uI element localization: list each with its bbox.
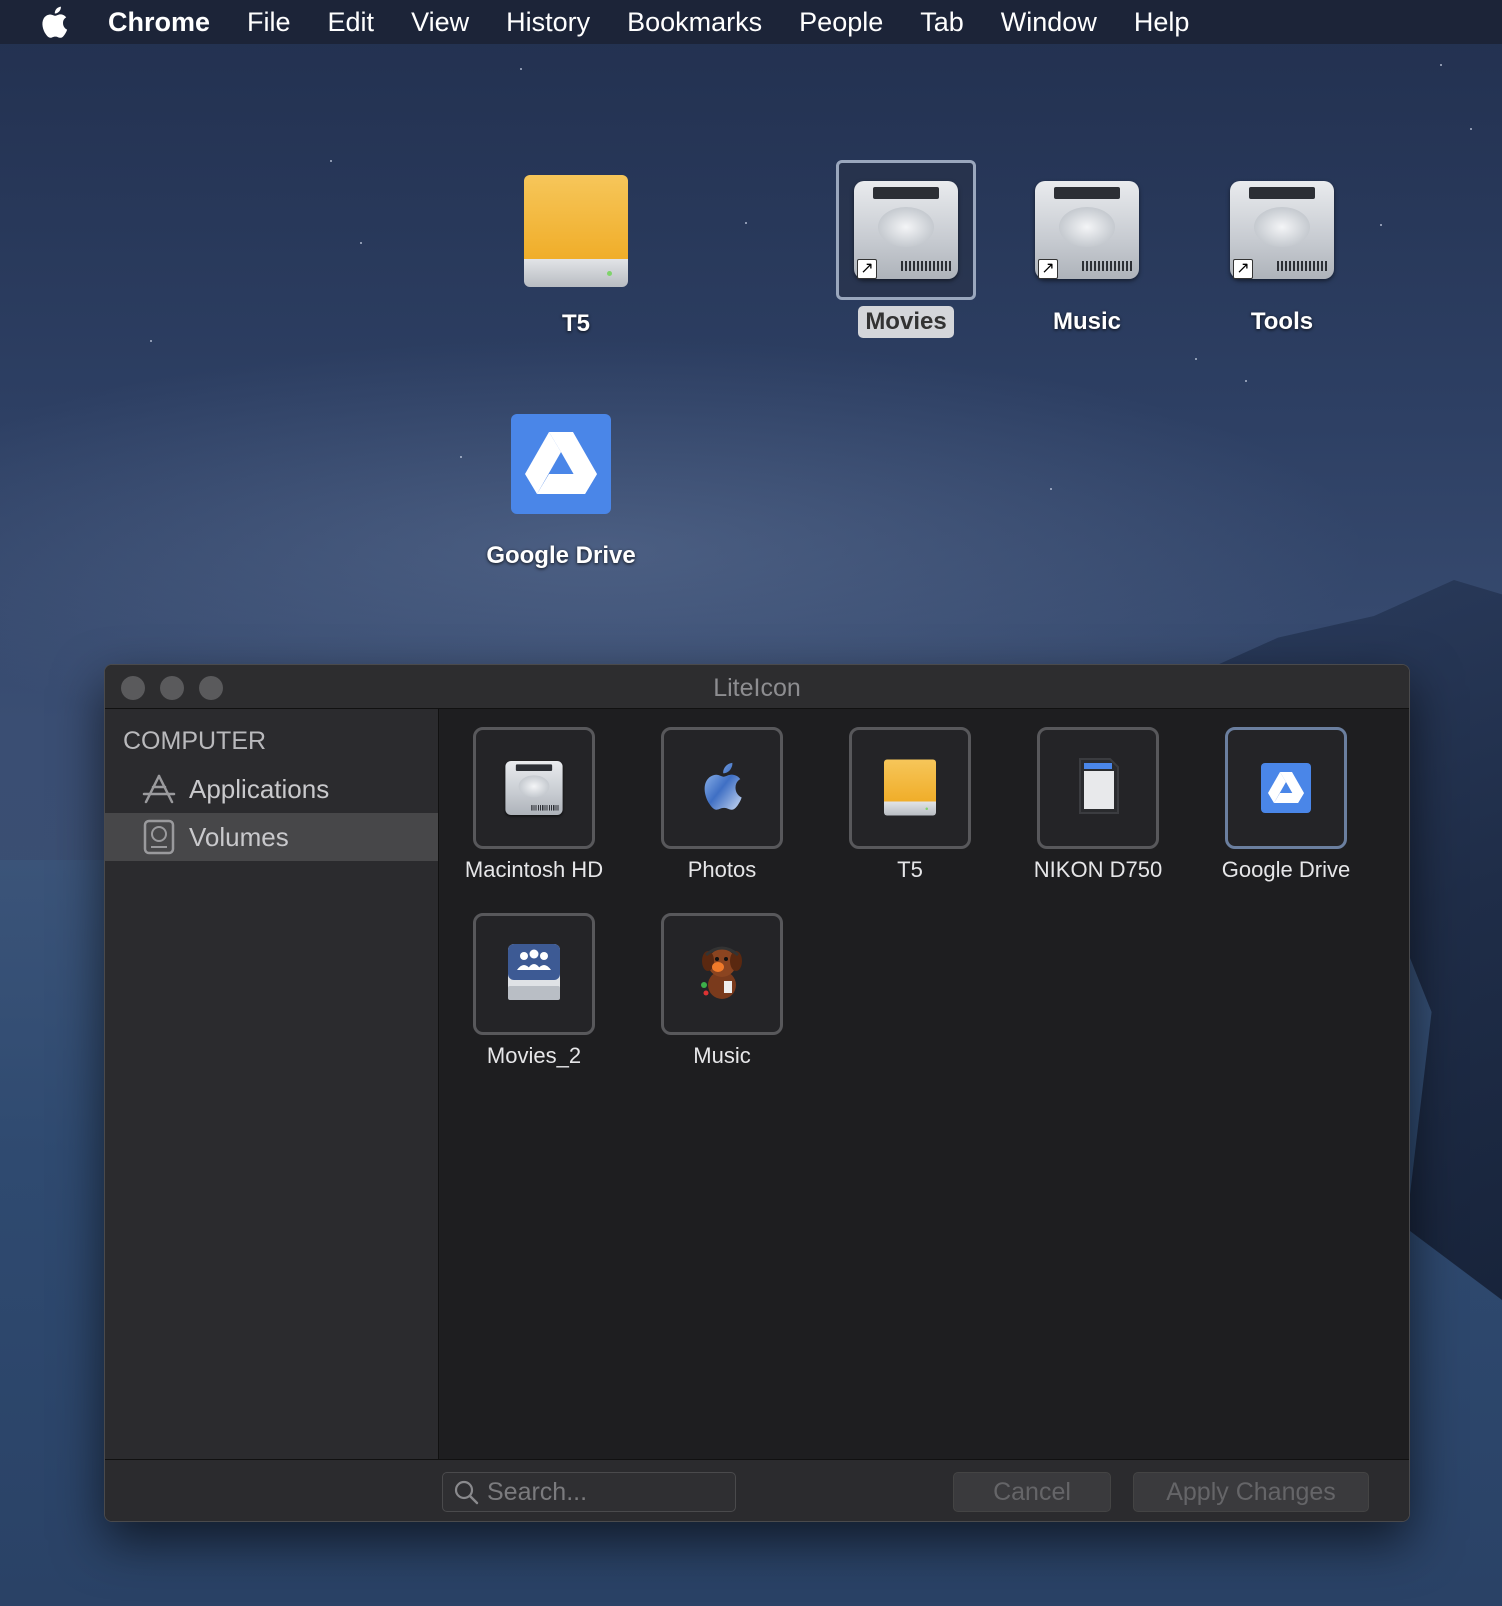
- apple-menu-icon[interactable]: [40, 6, 70, 38]
- search-icon: [453, 1479, 479, 1505]
- desktop-icon-movies[interactable]: ↗ Movies: [836, 160, 976, 338]
- desktop-icon-label: Movies: [858, 306, 954, 338]
- window-title: LiteIcon: [713, 674, 801, 702]
- volume-name: Photos: [687, 857, 757, 882]
- menu-window[interactable]: Window: [1001, 7, 1097, 38]
- alias-arrow-icon: ↗: [1038, 259, 1058, 279]
- menu-view[interactable]: View: [411, 7, 469, 38]
- volume-name: Macintosh HD: [464, 857, 604, 882]
- desktop-icon-google-drive[interactable]: Google Drive: [476, 394, 646, 572]
- hard-drive-icon: [504, 758, 565, 819]
- desktop-icon-label: T5: [561, 310, 590, 337]
- sidebar-item-label: Volumes: [189, 821, 289, 852]
- menu-tab[interactable]: Tab: [920, 7, 964, 38]
- hard-drive-alias-icon: ↗: [1227, 175, 1337, 285]
- sidebar-item-volumes[interactable]: Volumes: [105, 813, 438, 861]
- menu-history[interactable]: History: [506, 7, 590, 38]
- desktop-icon-music[interactable]: ↗ Music: [1017, 160, 1157, 338]
- hard-drive-alias-icon: ↗: [1032, 175, 1142, 285]
- sidebar-section-computer: COMPUTER: [123, 727, 267, 755]
- window-titlebar[interactable]: LiteIcon: [105, 665, 1409, 709]
- desktop-icon-t5[interactable]: T5: [506, 162, 646, 340]
- cancel-button[interactable]: Cancel: [953, 1472, 1111, 1512]
- menu-file[interactable]: File: [247, 7, 291, 38]
- volume-name: NIKON D750: [1033, 857, 1163, 882]
- menu-help[interactable]: Help: [1134, 7, 1190, 38]
- apply-changes-button[interactable]: Apply Changes: [1133, 1472, 1369, 1512]
- sidebar-item-applications[interactable]: Applications: [105, 765, 438, 813]
- volume-tile-nikon-d750[interactable]: NIKON D750: [1004, 727, 1192, 883]
- volume-name: Movies_2: [486, 1043, 582, 1068]
- volume-tile-music[interactable]: Music: [628, 913, 816, 1069]
- volumes-grid: Macintosh HD Photos T5 NIKON D750 Google…: [440, 709, 1409, 1459]
- menu-bookmarks[interactable]: Bookmarks: [627, 7, 762, 38]
- desktop-icon-label: Tools: [1250, 308, 1314, 335]
- alias-arrow-icon: ↗: [1233, 259, 1253, 279]
- liteicon-window: LiteIcon COMPUTER Applications Volumes M…: [104, 664, 1410, 1522]
- search-input[interactable]: [487, 1477, 727, 1507]
- external-drive-icon: [524, 175, 628, 289]
- volume-name: Google Drive: [1221, 857, 1351, 882]
- external-drive-icon: [884, 759, 936, 817]
- search-box[interactable]: [442, 1472, 736, 1512]
- volume-name: Music: [693, 1043, 751, 1068]
- volumes-icon: [141, 819, 177, 855]
- shared-drive-icon: [506, 942, 562, 1007]
- hard-drive-alias-icon: ↗: [851, 175, 961, 285]
- apple-logo-icon: [701, 762, 743, 815]
- google-drive-icon: [1261, 763, 1311, 813]
- volume-tile-macintosh-hd[interactable]: Macintosh HD: [440, 727, 628, 883]
- desktop-icon-label: Music: [1052, 308, 1121, 335]
- alias-arrow-icon: ↗: [857, 259, 877, 279]
- menu-bar: Chrome File Edit View History Bookmarks …: [0, 0, 1502, 44]
- desktop-icon-tools[interactable]: ↗ Tools: [1212, 160, 1352, 338]
- dog-mascot-icon: [692, 941, 752, 1008]
- applications-icon: [141, 771, 177, 807]
- volume-tile-t5[interactable]: T5: [816, 727, 1004, 883]
- sidebar-item-label: Applications: [189, 773, 330, 804]
- menu-app-chrome[interactable]: Chrome: [108, 7, 210, 38]
- google-drive-icon: [511, 414, 611, 514]
- window-footer: Cancel Apply Changes: [105, 1459, 1409, 1521]
- volume-tile-movies-2[interactable]: Movies_2: [440, 913, 628, 1069]
- sd-card-icon: [1076, 757, 1120, 820]
- volume-tile-google-drive[interactable]: Google Drive: [1192, 727, 1380, 883]
- volume-tile-photos[interactable]: Photos: [628, 727, 816, 883]
- sidebar: COMPUTER Applications Volumes: [105, 709, 439, 1459]
- menu-people[interactable]: People: [799, 7, 883, 38]
- volume-name: T5: [897, 857, 923, 882]
- menu-edit[interactable]: Edit: [328, 7, 375, 38]
- desktop-icon-label: Google Drive: [486, 542, 636, 569]
